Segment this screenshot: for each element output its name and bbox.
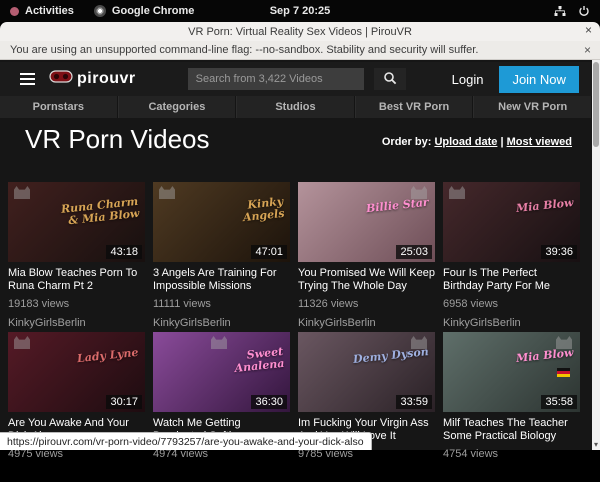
video-thumbnail[interactable]: Mia Blow 39:36 [443, 182, 580, 262]
order-by-controls: Order by: Upload date | Most viewed [382, 136, 572, 148]
search-button[interactable] [374, 68, 406, 90]
video-duration-badge: 47:01 [251, 245, 287, 259]
system-top-bar: Activities Google Chrome Sep 7 20:25 [0, 0, 600, 22]
order-separator: | [500, 136, 503, 148]
thumbnail-overlay-text: Demy Dyson [353, 346, 430, 366]
focused-app-menu[interactable]: Google Chrome [112, 5, 195, 17]
video-duration-badge: 39:36 [541, 245, 577, 259]
search-input[interactable] [188, 68, 364, 90]
video-card: Kinky Angels 47:01 3 Angels Are Training… [153, 182, 290, 332]
video-duration-badge: 30:17 [106, 395, 142, 409]
site-logo-text: pirouvr [77, 70, 136, 88]
nav-item-best-vr-porn[interactable]: Best VR Porn [355, 96, 474, 118]
studio-cat-logo-icon [14, 186, 30, 199]
video-duration-badge: 25:03 [396, 245, 432, 259]
power-icon[interactable] [578, 5, 590, 17]
video-card: Mia Blow 39:36 Four Is The Perfect Birth… [443, 182, 580, 332]
video-thumbnail[interactable]: Runa Charm & Mia Blow 43:18 [8, 182, 145, 262]
video-thumbnail[interactable]: Demy Dyson 33:59 [298, 332, 435, 412]
video-duration-badge: 35:58 [541, 395, 577, 409]
video-thumbnail[interactable]: Kinky Angels 47:01 [153, 182, 290, 262]
video-card: Mia Blow 35:58 Milf Teaches The Teacher … [443, 332, 580, 482]
nav-item-new-vr-porn[interactable]: New VR Porn [473, 96, 592, 118]
video-card: Billie Star 25:03 You Promised We Will K… [298, 182, 435, 332]
login-link[interactable]: Login [452, 72, 484, 87]
vr-goggles-icon [49, 70, 73, 88]
video-views: 11326 views [298, 298, 435, 310]
thumbnail-overlay-text: Kinky Angels [203, 196, 285, 228]
thumbnail-overlay-text: Billie Star [366, 197, 430, 215]
recording-indicator-icon [10, 7, 19, 16]
video-card: Sweet Analena 36:30 Watch Me Getting Dom… [153, 332, 290, 482]
browser-status-url: https://pirouvr.com/vr-porn-video/779325… [0, 432, 372, 450]
video-views: 19183 views [8, 298, 145, 310]
video-title[interactable]: 3 Angels Are Training For Impossible Mis… [153, 267, 290, 293]
join-now-button[interactable]: Join Now [499, 66, 578, 93]
site-logo[interactable]: pirouvr [49, 70, 136, 88]
browser-tab-title: VR Porn: Virtual Reality Sex Videos | Pi… [188, 26, 412, 38]
video-card: Lady Lyne 30:17 Are You Awake And Your D… [8, 332, 145, 482]
video-studio-link[interactable]: KinkyGirlsBerlin [153, 317, 290, 329]
chrome-app-icon [94, 5, 106, 17]
scrollbar-thumb[interactable] [593, 62, 599, 147]
order-upload-date-link[interactable]: Upload date [434, 136, 497, 148]
thumbnail-overlay-text: Runa Charm & Mia Blow [58, 196, 140, 228]
site-header: pirouvr Login Join Now [0, 62, 592, 96]
studio-cat-logo-icon [14, 336, 30, 349]
video-views: 11111 views [153, 298, 290, 310]
video-studio-link[interactable]: KinkyGirlsBerlin [298, 317, 435, 329]
studio-cat-logo-icon [211, 336, 227, 349]
video-studio-link[interactable]: KinkyGirlsBerlin [443, 317, 580, 329]
activities-button[interactable]: Activities [25, 5, 74, 17]
order-by-label: Order by: [382, 136, 432, 148]
video-title[interactable]: Mia Blow Teaches Porn To Runa Charm Pt 2 [8, 267, 145, 293]
scrollbar-down-arrow-icon[interactable]: ▾ [592, 440, 600, 449]
nav-item-studios[interactable]: Studios [236, 96, 355, 118]
video-duration-badge: 43:18 [106, 245, 142, 259]
video-thumbnail[interactable]: Billie Star 25:03 [298, 182, 435, 262]
browser-title-bar: VR Porn: Virtual Reality Sex Videos | Pi… [0, 22, 600, 41]
menu-hamburger-icon[interactable] [20, 73, 35, 85]
video-card: Demy Dyson 33:59 Im Fucking Your Virgin … [298, 332, 435, 482]
video-thumbnail[interactable]: Lady Lyne 30:17 [8, 332, 145, 412]
thumbnail-overlay-text: Sweet Analena [203, 346, 285, 378]
nav-item-categories[interactable]: Categories [118, 96, 237, 118]
studio-cat-logo-icon [449, 186, 465, 199]
video-title[interactable]: Milf Teaches The Teacher Some Practical … [443, 417, 580, 443]
video-thumbnail[interactable]: Mia Blow 35:58 [443, 332, 580, 412]
thumbnail-overlay-text: Mia Blow [516, 197, 575, 215]
video-title[interactable]: You Promised We Will Keep Trying The Who… [298, 267, 435, 293]
web-content: pirouvr Login Join Now Pornstars Categor… [0, 60, 600, 450]
video-duration-badge: 36:30 [251, 395, 287, 409]
video-title[interactable]: Four Is The Perfect Birthday Party For M… [443, 267, 580, 293]
search-icon [383, 71, 397, 88]
thumbnail-overlay-text: Lady Lyne [77, 347, 139, 365]
site-nav: Pornstars Categories Studios Best VR Por… [0, 96, 592, 118]
vertical-scrollbar[interactable]: ▾ [592, 60, 600, 450]
network-icon[interactable] [554, 5, 566, 17]
order-most-viewed-link[interactable]: Most viewed [507, 136, 572, 148]
nav-item-pornstars[interactable]: Pornstars [0, 96, 118, 118]
infobar-message: You are using an unsupported command-lin… [10, 44, 478, 56]
video-thumbnail[interactable]: Sweet Analena 36:30 [153, 332, 290, 412]
infobar-close-icon[interactable]: × [584, 43, 591, 57]
video-card: Runa Charm & Mia Blow 43:18 Mia Blow Tea… [8, 182, 145, 332]
video-duration-badge: 33:59 [396, 395, 432, 409]
window-close-icon[interactable]: × [585, 23, 592, 37]
thumbnail-overlay-text: Mia Blow [516, 347, 575, 365]
studio-cat-logo-icon [159, 186, 175, 199]
video-views: 6958 views [443, 298, 580, 310]
german-flag-icon [557, 368, 570, 377]
video-studio-link[interactable]: KinkyGirlsBerlin [8, 317, 145, 329]
chrome-infobar: You are using an unsupported command-lin… [0, 41, 600, 60]
page-title: VR Porn Videos [25, 124, 210, 155]
